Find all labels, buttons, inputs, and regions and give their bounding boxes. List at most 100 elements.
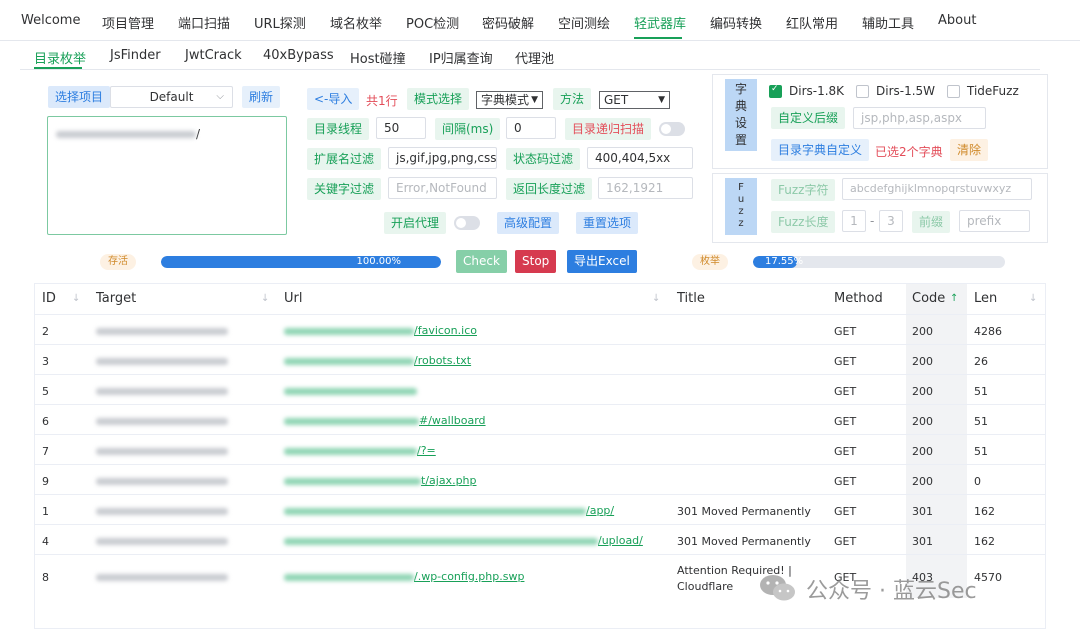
cell-url-link[interactable]: /?= — [284, 444, 436, 457]
cell-target — [96, 384, 228, 397]
table-row[interactable]: 9 t/ajax.php GET 200 0 — [35, 464, 1045, 495]
table-row[interactable]: 3 /robots.txt GET 200 26 — [35, 344, 1045, 375]
threads-input[interactable]: 50 — [376, 117, 426, 139]
dirs-1-8k-checkbox[interactable] — [769, 84, 782, 98]
ext-filter-input[interactable]: js,gif,jpg,png,css — [388, 147, 497, 169]
keyword-filter-input[interactable]: Error,NotFound — [388, 177, 497, 199]
cell-len: 51 — [974, 415, 988, 428]
nav-url-detect[interactable]: URL探测 — [254, 13, 306, 32]
tab-40xbypass[interactable]: 40xBypass — [263, 48, 334, 63]
cell-url-link[interactable]: /favicon.ico — [284, 324, 477, 337]
sort-arrow-icon[interactable]: ↓ — [652, 284, 660, 314]
chevron-down-icon: ▼ — [658, 95, 665, 105]
sort-arrow-icon[interactable]: ↓ — [261, 284, 269, 314]
nav-port-scan[interactable]: 端口扫描 — [178, 13, 230, 32]
fuzz-length-min[interactable]: 1 — [842, 210, 866, 232]
custom-dict-button[interactable]: 目录字典自定义 — [771, 139, 870, 161]
col-header-len[interactable]: Len — [974, 284, 997, 314]
threads-label: 目录线程 — [307, 118, 370, 140]
cell-method: GET — [834, 355, 857, 368]
cell-url-link[interactable]: t/ajax.php — [284, 474, 477, 487]
fuzz-char-input[interactable]: abcdefghijklmnopqrstuvwxyz — [842, 178, 1032, 200]
refresh-button[interactable]: 刷新 — [242, 86, 281, 108]
proxy-label: 开启代理 — [384, 212, 447, 234]
cell-target — [96, 534, 228, 547]
cell-url-link[interactable]: #/wallboard — [284, 414, 486, 427]
nav-about[interactable]: About — [938, 13, 976, 28]
tab-jsfinder[interactable]: JsFinder — [110, 48, 161, 63]
dirs-1-5w-checkbox[interactable] — [856, 85, 869, 98]
cell-code: 200 — [912, 325, 933, 338]
col-header-target[interactable]: Target — [96, 284, 136, 314]
tab-dir-enum[interactable]: 目录枚举 — [34, 48, 86, 67]
export-excel-button[interactable]: 导出Excel — [567, 250, 637, 273]
tab-host-collision[interactable]: Host碰撞 — [350, 48, 406, 67]
stop-button[interactable]: Stop — [515, 250, 557, 273]
nav-welcome[interactable]: Welcome — [21, 13, 80, 28]
fuzz-length-max[interactable]: 3 — [879, 210, 903, 232]
cell-title: 301 Moved Permanently — [677, 535, 811, 548]
project-select[interactable]: Default ⌵ — [110, 86, 233, 108]
select-project-label: 选择项目 — [48, 86, 111, 108]
watermark: 公众号 · 蓝云Sec — [758, 570, 1048, 606]
cell-url-link[interactable]: /robots.txt — [284, 354, 471, 367]
tab-ip-lookup[interactable]: IP归属查询 — [429, 48, 493, 67]
table-row[interactable]: 5 GET 200 51 — [35, 374, 1045, 405]
sort-arrow-icon[interactable]: ↓ — [72, 284, 80, 314]
nav-encoding[interactable]: 编码转换 — [710, 13, 762, 32]
sort-arrow-up-icon[interactable]: ↑ — [950, 284, 958, 314]
custom-suffix-input[interactable]: jsp,php,asp,aspx — [853, 107, 986, 129]
interval-input[interactable]: 0 — [506, 117, 556, 139]
url-path: t/ajax.php — [421, 474, 477, 487]
reset-options-button[interactable]: 重置选项 — [576, 212, 639, 234]
cell-len: 162 — [974, 535, 995, 548]
check-button[interactable]: Check — [456, 250, 507, 273]
col-header-method[interactable]: Method — [834, 284, 883, 314]
nav-password-crack[interactable]: 密码破解 — [482, 13, 534, 32]
nav-poc-detect[interactable]: POC检测 — [406, 13, 459, 32]
cell-code: 200 — [912, 415, 933, 428]
import-button[interactable]: <-导入 — [307, 88, 360, 110]
cell-url-link[interactable]: /upload/ — [284, 534, 643, 547]
nav-project-management[interactable]: 项目管理 — [102, 13, 154, 32]
enum-badge: 枚举 — [692, 254, 728, 270]
table-row[interactable]: 6 #/wallboard GET 200 51 — [35, 404, 1045, 435]
tidefuzz-checkbox[interactable] — [947, 85, 960, 98]
cell-id: 6 — [42, 415, 49, 428]
mode-select[interactable]: 字典模式 ▼ — [476, 91, 543, 109]
recursive-toggle[interactable] — [659, 122, 685, 136]
tab-proxy-pool[interactable]: 代理池 — [515, 48, 554, 67]
method-select[interactable]: GET ▼ — [599, 91, 670, 109]
advanced-config-button[interactable]: 高级配置 — [497, 212, 560, 234]
target-textarea[interactable]: / — [47, 116, 287, 235]
blurred-target — [96, 507, 228, 515]
sort-arrow-icon[interactable]: ↓ — [1029, 284, 1037, 314]
cell-url-link[interactable]: /.wp-config.php.swp — [284, 570, 524, 583]
tab-jwtcrack[interactable]: JwtCrack — [185, 48, 242, 63]
table-row[interactable]: 7 /?= GET 200 51 — [35, 434, 1045, 465]
col-header-id[interactable]: ID — [42, 284, 56, 314]
cell-method: GET — [834, 535, 857, 548]
status-filter-input[interactable]: 400,404,5xx — [587, 147, 693, 169]
table-row[interactable]: 1 /app/ 301 Moved Permanently GET 301 16… — [35, 494, 1045, 525]
nav-redteam[interactable]: 红队常用 — [786, 13, 838, 32]
nav-domain-enum[interactable]: 域名枚举 — [330, 13, 382, 32]
col-header-title[interactable]: Title — [677, 284, 705, 314]
fuzz-title-char: u — [737, 194, 745, 205]
prefix-input[interactable]: prefix — [959, 210, 1030, 232]
target-url-line: / — [56, 127, 200, 141]
cell-len: 162 — [974, 505, 995, 518]
nav-space-mapping[interactable]: 空间测绘 — [558, 13, 610, 32]
cell-target — [96, 324, 228, 337]
nav-aux-tools[interactable]: 辅助工具 — [862, 13, 914, 32]
table-row[interactable]: 4 /upload/ 301 Moved Permanently GET 301… — [35, 524, 1045, 555]
col-header-code[interactable]: Code — [912, 284, 945, 314]
length-filter-input[interactable]: 162,1921 — [598, 177, 693, 199]
clear-dict-button[interactable]: 清除 — [950, 139, 989, 161]
table-row[interactable]: 2 /favicon.ico GET 200 4286 — [35, 314, 1045, 345]
cell-url-link[interactable]: /app/ — [284, 504, 614, 517]
cell-url-link[interactable] — [284, 384, 417, 397]
proxy-toggle[interactable] — [454, 216, 480, 230]
col-header-url[interactable]: Url — [284, 284, 302, 314]
nav-light-arsenal[interactable]: 轻武器库 — [634, 13, 686, 32]
